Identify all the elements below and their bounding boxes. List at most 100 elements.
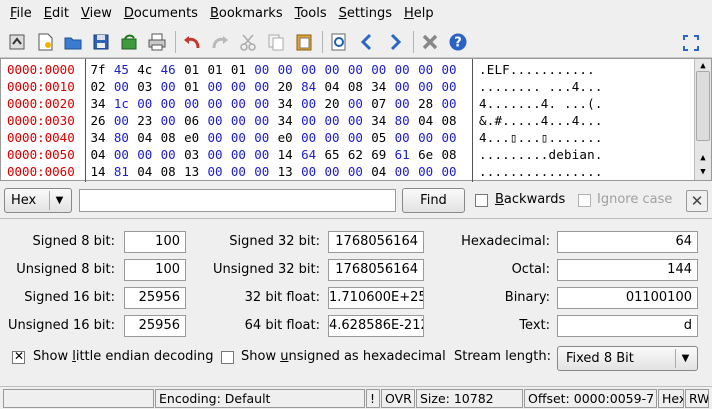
hex-ascii[interactable]: 4.......4. ...(. bbox=[479, 95, 603, 112]
hex-byte[interactable]: 00 bbox=[346, 95, 364, 112]
hex-byte[interactable]: 23 bbox=[136, 112, 154, 129]
hex-byte[interactable]: 00 bbox=[112, 112, 130, 129]
hex-byte[interactable]: 00 bbox=[253, 129, 271, 146]
hex-byte[interactable]: 06 bbox=[183, 112, 201, 129]
hex-byte[interactable]: 01 bbox=[183, 61, 201, 78]
open-folder-icon[interactable] bbox=[60, 30, 85, 55]
hex-byte[interactable]: 00 bbox=[229, 129, 247, 146]
hex-byte[interactable]: 00 bbox=[370, 61, 388, 78]
hex-ascii[interactable]: &.#.....4...4... bbox=[479, 112, 603, 129]
hex-byte[interactable]: 04 bbox=[370, 163, 388, 180]
scroll-up-icon-2[interactable]: ▲ bbox=[695, 151, 711, 165]
menu-item-5[interactable]: Tools bbox=[289, 0, 333, 27]
hex-row[interactable]: 0000:0040 34 80 04 08 e0 00 00 00 e0 00 00 00 05 00 00 0… bbox=[1, 129, 695, 146]
hex-byte[interactable]: 00 bbox=[183, 95, 201, 112]
hex-byte[interactable]: 00 bbox=[417, 61, 435, 78]
unsigned32-field[interactable]: 1768056164 bbox=[328, 259, 424, 281]
hex-byte[interactable]: e0 bbox=[183, 129, 201, 146]
hex-byte[interactable]: 34 bbox=[89, 129, 107, 146]
cut-icon[interactable] bbox=[235, 30, 260, 55]
octal-field[interactable]: 144 bbox=[557, 259, 698, 281]
little-endian-checkbox[interactable] bbox=[12, 349, 25, 364]
binary-field[interactable]: 01100100 bbox=[557, 287, 698, 309]
hex-byte[interactable]: 00 bbox=[346, 129, 364, 146]
search-input[interactable] bbox=[79, 189, 396, 212]
text-field[interactable]: d bbox=[557, 315, 698, 337]
hex-byte[interactable]: 00 bbox=[346, 112, 364, 129]
hex-byte[interactable]: 00 bbox=[229, 78, 247, 95]
hex-row[interactable]: 0000:0010 02 00 03 00 01 00 00 00 20 84 04 08 34 00 00 0… bbox=[1, 78, 695, 95]
save-icon[interactable] bbox=[88, 30, 113, 55]
hex-byte[interactable]: 00 bbox=[206, 95, 224, 112]
hex-byte[interactable]: 00 bbox=[323, 61, 341, 78]
hex-byte[interactable]: 00 bbox=[206, 146, 224, 163]
hex-byte[interactable]: 84 bbox=[300, 78, 318, 95]
hex-byte[interactable]: 34 bbox=[370, 112, 388, 129]
reload-icon[interactable] bbox=[116, 30, 141, 55]
hex-row[interactable]: 0000:0000 7f 45 4c 46 01 01 01 00 00 00 00 00 00 00 00 0… bbox=[1, 61, 695, 78]
hex-byte[interactable]: 00 bbox=[159, 95, 177, 112]
hex-byte[interactable]: 00 bbox=[253, 112, 271, 129]
hex-byte[interactable]: 00 bbox=[300, 61, 318, 78]
hex-byte[interactable]: 26 bbox=[89, 112, 107, 129]
scroll-down-icon[interactable]: ▼ bbox=[695, 165, 711, 179]
hex-row[interactable]: 0000:0050 04 00 00 00 03 00 00 00 14 64 65 62 69 61 6e 0… bbox=[1, 146, 695, 163]
find-icon[interactable] bbox=[326, 30, 351, 55]
hex-byte[interactable]: 00 bbox=[229, 112, 247, 129]
hex-byte[interactable]: 6e bbox=[417, 146, 435, 163]
hex-byte[interactable]: 00 bbox=[253, 78, 271, 95]
hex-byte[interactable]: 00 bbox=[440, 61, 458, 78]
hex-byte[interactable]: 00 bbox=[276, 61, 294, 78]
hex-byte[interactable]: 00 bbox=[229, 146, 247, 163]
hex-byte[interactable]: 34 bbox=[276, 95, 294, 112]
hex-byte[interactable]: 34 bbox=[370, 78, 388, 95]
hex-byte[interactable]: 08 bbox=[440, 112, 458, 129]
hex-byte[interactable]: 00 bbox=[393, 129, 411, 146]
hex-byte[interactable]: 01 bbox=[183, 78, 201, 95]
hex-byte[interactable]: 64 bbox=[300, 146, 318, 163]
menu-item-7[interactable]: Help bbox=[398, 0, 440, 27]
hex-ascii[interactable]: ........ ...4... bbox=[479, 78, 603, 95]
new-file-icon[interactable] bbox=[32, 30, 57, 55]
hex-byte[interactable]: 00 bbox=[300, 112, 318, 129]
menu-item-0[interactable]: File bbox=[4, 0, 38, 27]
status-ovr[interactable]: OVR bbox=[381, 389, 415, 408]
hex-ascii[interactable]: .........debian. bbox=[479, 146, 603, 163]
hex-byte[interactable]: 61 bbox=[393, 146, 411, 163]
hex-byte[interactable]: 00 bbox=[346, 163, 364, 180]
hex-byte[interactable]: 00 bbox=[253, 61, 271, 78]
menu-item-6[interactable]: Settings bbox=[333, 0, 398, 27]
hex-byte[interactable]: 00 bbox=[346, 61, 364, 78]
hex-byte[interactable]: 00 bbox=[206, 163, 224, 180]
hex-byte[interactable]: 00 bbox=[136, 95, 154, 112]
hex-byte[interactable]: 28 bbox=[417, 95, 435, 112]
hex-byte[interactable]: 00 bbox=[417, 78, 435, 95]
hex-byte[interactable]: 01 bbox=[229, 61, 247, 78]
undo-icon[interactable] bbox=[179, 30, 204, 55]
paste-icon[interactable] bbox=[291, 30, 316, 55]
hex-byte[interactable]: 00 bbox=[136, 146, 154, 163]
hex-byte[interactable]: 00 bbox=[253, 146, 271, 163]
menu-item-3[interactable]: Documents bbox=[118, 0, 204, 27]
hex-ascii[interactable]: .ELF........... bbox=[479, 61, 595, 78]
fullscreen-icon[interactable] bbox=[678, 30, 703, 55]
unsigned-hex-checkbox[interactable] bbox=[221, 351, 234, 364]
hex-byte[interactable]: 00 bbox=[159, 78, 177, 95]
print-icon[interactable] bbox=[144, 30, 169, 55]
hex-byte[interactable]: 00 bbox=[253, 95, 271, 112]
hex-row[interactable]: 0000:0020 34 1c 00 00 00 00 00 00 34 00 20 00 07 00 28 0… bbox=[1, 95, 695, 112]
hex-byte[interactable]: 00 bbox=[300, 129, 318, 146]
menu-item-1[interactable]: Edit bbox=[38, 0, 75, 27]
hex-byte[interactable]: 00 bbox=[253, 163, 271, 180]
hex-byte[interactable]: 08 bbox=[159, 163, 177, 180]
hex-byte[interactable]: 00 bbox=[159, 112, 177, 129]
unsigned16-field[interactable]: 25956 bbox=[124, 315, 186, 337]
hex-byte[interactable]: 00 bbox=[300, 95, 318, 112]
hex-byte[interactable]: 05 bbox=[370, 129, 388, 146]
hex-byte[interactable]: 00 bbox=[112, 78, 130, 95]
hex-byte[interactable]: 00 bbox=[229, 163, 247, 180]
hex-byte[interactable]: 00 bbox=[229, 95, 247, 112]
hex-byte[interactable]: 04 bbox=[136, 129, 154, 146]
hex-byte[interactable]: 45 bbox=[112, 61, 130, 78]
signed32-field[interactable]: 1768056164 bbox=[328, 231, 424, 253]
